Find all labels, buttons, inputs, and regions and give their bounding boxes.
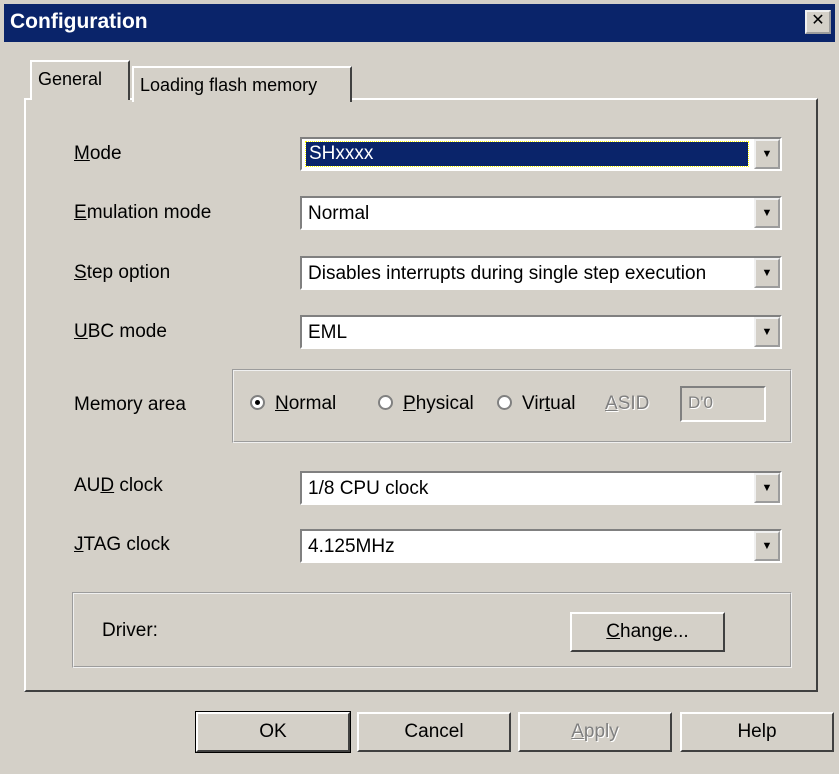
ubc-mode-select[interactable]: EML ▼ <box>300 315 782 349</box>
asid-input[interactable]: D'0 <box>680 386 766 422</box>
jtag-clock-value: 4.125MHz <box>308 536 395 557</box>
close-button[interactable]: ✕ <box>805 10 831 34</box>
ok-label: OK <box>259 721 287 742</box>
step-option-select[interactable]: Disables interrupts during single step e… <box>300 256 782 290</box>
configuration-dialog: Configuration ✕ General Loading flash me… <box>0 0 839 774</box>
ubc-mode-label: UBC mode <box>74 321 167 342</box>
dropdown-arrow-icon[interactable]: ▼ <box>754 531 780 561</box>
asid-value: D'0 <box>688 393 713 412</box>
radio-normal[interactable]: Normal <box>250 393 336 415</box>
change-driver-label: Change... <box>606 621 689 642</box>
step-option-label: Step option <box>74 262 171 283</box>
jtag-clock-label: JTAG clock <box>74 534 170 555</box>
mode-label: Mode <box>74 143 122 164</box>
emulation-mode-label: Emulation mode <box>74 202 212 223</box>
cancel-label: Cancel <box>404 721 464 742</box>
dropdown-arrow-icon[interactable]: ▼ <box>754 317 780 347</box>
cancel-button[interactable]: Cancel <box>357 712 511 752</box>
change-driver-button[interactable]: Change... <box>570 612 725 652</box>
radio-virtual[interactable]: Virtual <box>497 393 576 415</box>
mode-label-text: ode <box>89 143 122 164</box>
title-bar: Configuration ✕ <box>4 4 835 42</box>
asid-label: ASID <box>605 393 650 414</box>
driver-label: Driver: <box>102 620 158 641</box>
memory-area-label: Memory area <box>74 394 186 415</box>
dropdown-arrow-icon[interactable]: ▼ <box>754 198 780 228</box>
dropdown-arrow-icon[interactable]: ▼ <box>754 258 780 288</box>
mode-value: SHxxxx <box>305 141 749 167</box>
close-icon: ✕ <box>811 12 825 29</box>
help-button[interactable]: Help <box>680 712 834 752</box>
tab-general[interactable]: General <box>30 60 130 100</box>
radio-unchecked-icon <box>497 395 512 410</box>
help-label: Help <box>737 721 777 742</box>
dropdown-arrow-icon[interactable]: ▼ <box>754 139 780 169</box>
tab-loading-flash-memory[interactable]: Loading flash memory <box>132 66 352 102</box>
emulation-mode-select[interactable]: Normal ▼ <box>300 196 782 230</box>
tab-loading-flash-memory-label: Loading flash memory <box>140 75 318 95</box>
ubc-mode-value: EML <box>308 322 348 343</box>
radio-unchecked-icon <box>378 395 393 410</box>
apply-button[interactable]: Apply <box>518 712 672 752</box>
apply-label: Apply <box>571 721 619 742</box>
emulation-mode-value: Normal <box>308 203 370 224</box>
ok-button[interactable]: OK <box>195 711 351 753</box>
tab-general-label: General <box>38 69 103 89</box>
aud-clock-select[interactable]: 1/8 CPU clock ▼ <box>300 471 782 505</box>
radio-physical[interactable]: Physical <box>378 393 474 415</box>
aud-clock-value: 1/8 CPU clock <box>308 478 429 499</box>
window-title: Configuration <box>10 10 148 33</box>
jtag-clock-select[interactable]: 4.125MHz ▼ <box>300 529 782 563</box>
mode-select[interactable]: SHxxxx ▼ <box>300 137 782 171</box>
step-option-value: Disables interrupts during single step e… <box>308 263 707 284</box>
radio-checked-icon <box>250 395 265 410</box>
aud-clock-label: AUD clock <box>74 475 163 496</box>
dropdown-arrow-icon[interactable]: ▼ <box>754 473 780 503</box>
